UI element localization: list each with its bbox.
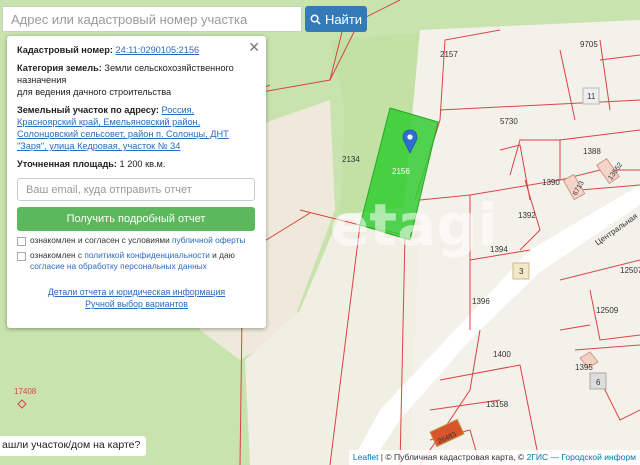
map-label: 1390 [542,178,560,187]
map-label: 12509 [596,306,619,315]
map-label: 1392 [518,211,536,220]
map-label: 1396 [472,297,490,306]
leaflet-link[interactable]: Leaflet [353,452,379,462]
privacy-checkbox[interactable] [17,252,26,261]
personal-data-link[interactable]: согласие на обработку персональных данны… [30,261,207,271]
search-icon [310,14,321,25]
area-label: Уточненная площадь: [17,159,117,169]
get-report-button[interactable]: Получить подробный отчет [17,207,255,231]
map-label: 17408 [14,387,37,396]
email-input[interactable]: Ваш email, куда отправить отчет [17,178,255,201]
privacy-consent: ознакомлен с политикой конфиденциальност… [17,250,256,272]
map-label: 13158 [486,400,509,409]
search-button[interactable]: Найти [305,6,367,32]
map-label: 2156 [392,167,410,176]
2gis-link[interactable]: 2ГИС — Городской информ [527,452,636,462]
email-placeholder: Ваш email, куда отправить отчет [26,184,192,196]
offer-checkbox[interactable] [17,237,26,246]
category-use: для ведения дачного строительства [17,87,172,97]
close-icon[interactable]: ✕ [248,39,260,56]
get-report-label: Получить подробный отчет [66,213,206,225]
map-label: 1395 [575,363,593,372]
found-parcel-question[interactable]: ашли участок/дом на карте? [0,436,147,456]
search-placeholder: Адрес или кадастровый номер участка [11,12,248,27]
found-parcel-text: ашли участок/дом на карте? [2,439,141,451]
category-label: Категория земель: [17,63,102,73]
area-value: 1 200 кв.м. [119,159,166,169]
map-label: 5730 [500,117,518,126]
map-label: 9705 [580,40,598,49]
map-label: 2134 [342,155,360,164]
search-input[interactable]: Адрес или кадастровый номер участка [2,6,302,32]
map-label: 11 [587,92,596,101]
map-label: 1388 [583,147,601,156]
privacy-policy-link[interactable]: политикой конфиденциальности [84,250,209,260]
cadastral-number-link[interactable]: 24:11:0290105:2156 [115,45,199,55]
address-label: Земельный участок по адресу: [17,105,159,115]
attribution-separator: | © [378,452,394,462]
parcel-info-panel: ✕ Кадастровый номер: 24:11:0290105:2156 … [7,36,266,328]
map-label: 2157 [440,50,458,59]
privacy-consent-text: ознакомлен с [30,250,83,260]
report-details-link[interactable]: Детали отчета и юридическая информация [17,286,256,298]
map-label: 3 [519,267,524,276]
offer-consent: ознакомлен и согласен с условиями публич… [17,235,256,246]
map-attribution: Leaflet | © Публичная кадастровая карта,… [348,450,640,465]
manual-selection-link[interactable]: Ручной выбор вариантов [17,298,256,310]
cadastral-label: Кадастровый номер: [17,45,113,55]
cadastral-map-credit: Публичная кадастровая карта [394,452,514,462]
offer-consent-text: ознакомлен и согласен с условиями [30,235,170,245]
attribution-separator: , © [513,452,527,462]
privacy-consent-mid: и даю [212,250,235,260]
public-offer-link[interactable]: публичной оферты [172,235,245,245]
search-button-label: Найти [324,11,363,27]
watermark: etagi [330,191,498,259]
map-label: 12507 [620,266,640,275]
map-label: 1400 [493,350,511,359]
map-label: 6 [596,378,601,387]
